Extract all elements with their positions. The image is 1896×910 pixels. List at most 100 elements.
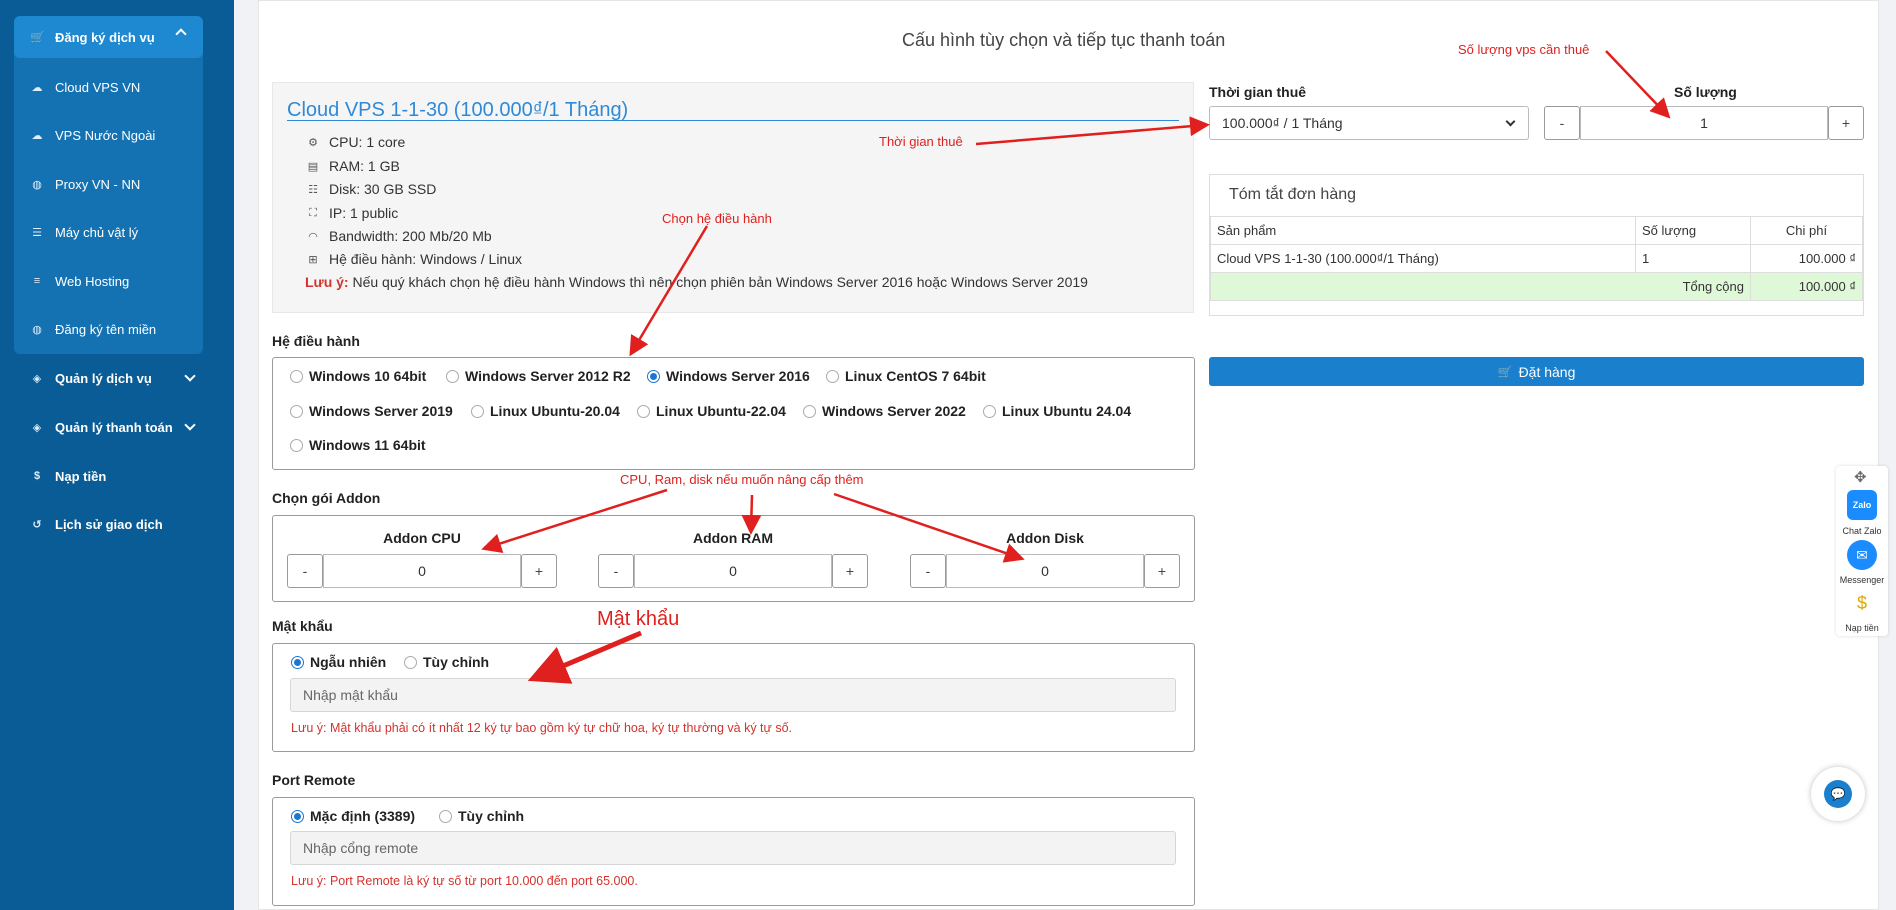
addon-cpu-plus-button[interactable]: +: [521, 554, 557, 588]
radio-selected-icon: [291, 655, 304, 669]
os-option-windows-server-2016[interactable]: Windows Server 2016: [647, 367, 810, 385]
radio-icon: [446, 369, 459, 383]
table-header: Chi phí: [1750, 216, 1863, 245]
topup-icon[interactable]: $: [1847, 588, 1877, 618]
os-option-windows-server-2019[interactable]: Windows Server 2019: [290, 402, 453, 420]
sidebar-item-proxy[interactable]: ◍ Proxy VN - NN: [30, 174, 140, 194]
zalo-label[interactable]: Chat Zalo: [1836, 526, 1888, 536]
messenger-label[interactable]: Messenger: [1836, 575, 1888, 585]
radio-icon: [290, 404, 303, 418]
os-option-ubuntu-20[interactable]: Linux Ubuntu-20.04: [471, 402, 620, 420]
note-label: Lưu ý:: [305, 274, 349, 290]
port-option-default[interactable]: Mặc định (3389): [291, 807, 415, 825]
addon-cpu-input[interactable]: 0: [323, 554, 521, 588]
addon-ram-plus-button[interactable]: +: [832, 554, 868, 588]
total-value: 100.000 ₫: [1750, 272, 1863, 301]
cpu-icon: ⚙: [308, 136, 318, 149]
spec-ram: ▤ RAM: 1 GB: [305, 157, 400, 175]
layers-icon: ◈: [32, 421, 42, 434]
os-section-label: Hệ điều hành: [272, 333, 360, 349]
password-option-random[interactable]: Ngẫu nhiên: [291, 653, 386, 671]
radio-label: Windows 11 64bit: [309, 437, 426, 453]
annotation-rental: Thời gian thuê: [879, 134, 963, 149]
addon-cpu-minus-button[interactable]: -: [287, 554, 323, 588]
sidebar-item-manage-payments[interactable]: ◈ Quản lý thanh toán: [30, 417, 196, 437]
table-cell: Cloud VPS 1-1-30 (100.000₫/1 Tháng): [1210, 244, 1636, 273]
sidebar-item-label: Cloud VPS VN: [55, 79, 141, 95]
os-option-windows-server-2012[interactable]: Windows Server 2012 R2: [446, 367, 631, 385]
radio-icon: [290, 369, 303, 383]
rental-label: Thời gian thuê: [1209, 84, 1307, 100]
radio-label: Windows 10 64bit: [309, 368, 427, 384]
sidebar-item-vps-foreign[interactable]: ☁ VPS Nước Ngoài: [30, 125, 156, 145]
messenger-icon[interactable]: ✉: [1847, 540, 1877, 570]
table-cell: 1: [1635, 244, 1751, 273]
move-icon[interactable]: ✥: [1854, 468, 1867, 486]
history-icon: ↺: [32, 518, 42, 531]
globe-icon: ◍: [32, 178, 42, 191]
sidebar-item-history[interactable]: ↺ Lịch sử giao dịch: [30, 514, 162, 534]
spec-disk: ☷ Disk: 30 GB SSD: [305, 180, 436, 198]
radio-label: Tùy chỉnh: [458, 808, 525, 824]
addon-ram-input[interactable]: 0: [634, 554, 832, 588]
quantity-label: Số lượng: [1674, 84, 1737, 100]
spec-bandwidth: ◠ Bandwidth: 200 Mb/20 Mb: [305, 227, 491, 245]
memory-icon: ▤: [307, 160, 319, 173]
quantity-input[interactable]: 1: [1580, 106, 1828, 140]
sidebar-item-cloud-vps-vn[interactable]: ☁ Cloud VPS VN: [30, 77, 141, 97]
sidebar-item-domain[interactable]: ◍ Đăng ký tên miền: [30, 319, 156, 339]
sidebar-item-topup[interactable]: $ Nạp tiền: [30, 466, 106, 486]
sidebar-item-register-services[interactable]: 🛒 Đăng ký dịch vụ: [14, 16, 203, 58]
total-label: Tổng cộng: [1210, 272, 1751, 301]
sidebar: 🛒 Đăng ký dịch vụ ☁ Cloud VPS VN ☁ VPS N…: [0, 0, 234, 910]
port-input[interactable]: Nhập cổng remote: [290, 831, 1176, 865]
os-option-windows-11[interactable]: Windows 11 64bit: [290, 436, 426, 454]
addon-disk-plus-button[interactable]: +: [1144, 554, 1180, 588]
addon-disk-input[interactable]: 0: [946, 554, 1144, 588]
radio-label: Windows Server 2012 R2: [465, 368, 631, 384]
network-icon: ⛶: [309, 206, 317, 219]
disk-icon: ☷: [308, 183, 318, 196]
windows-icon: ⊞: [308, 253, 318, 266]
table-cell: 100.000 ₫: [1750, 244, 1863, 273]
radio-icon: [439, 809, 452, 823]
zalo-icon[interactable]: Zalo: [1847, 490, 1877, 520]
order-summary-title: Tóm tắt đơn hàng: [1229, 186, 1357, 203]
order-summary-table: Sản phẩm Số lượng Chi phí Cloud VPS 1-1-…: [1210, 216, 1863, 301]
note-text: Nếu quý khách chọn hệ điều hành Windows …: [348, 274, 1088, 290]
password-option-custom[interactable]: Tùy chỉnh: [404, 653, 489, 671]
rental-select[interactable]: 100.000₫ / 1 Tháng: [1209, 106, 1529, 140]
sidebar-item-web-hosting[interactable]: ≡ Web Hosting: [30, 271, 129, 291]
quantity-plus-button[interactable]: +: [1828, 106, 1864, 140]
addon-disk-minus-button[interactable]: -: [910, 554, 946, 588]
os-option-ubuntu-22[interactable]: Linux Ubuntu-22.04: [637, 402, 786, 420]
radio-label: Windows Server 2016: [666, 368, 810, 384]
layers-icon: ◈: [32, 372, 42, 385]
topup-label[interactable]: Nạp tiền: [1836, 623, 1888, 633]
order-button[interactable]: 🛒 Đặt hàng: [1209, 357, 1864, 386]
radio-icon: [471, 404, 484, 418]
radio-icon: [803, 404, 816, 418]
os-option-windows-server-2022[interactable]: Windows Server 2022: [803, 402, 966, 420]
sidebar-item-label: Đăng ký tên miền: [55, 321, 157, 337]
sidebar-item-manage-services[interactable]: ◈ Quản lý dịch vụ: [30, 368, 196, 388]
annotation-quantity: Số lượng vps cần thuê: [1458, 42, 1590, 57]
radio-icon: [290, 438, 303, 452]
spec-text: RAM: 1 GB: [329, 158, 400, 174]
password-section-label: Mật khẩu: [272, 618, 333, 634]
os-option-windows-10[interactable]: Windows 10 64bit: [290, 367, 426, 385]
support-chat-button[interactable]: 💬: [1811, 767, 1865, 821]
radio-label: Linux Ubuntu 24.04: [1002, 403, 1132, 419]
port-option-custom[interactable]: Tùy chỉnh: [439, 807, 524, 825]
quantity-minus-button[interactable]: -: [1544, 106, 1580, 140]
port-warning: Lưu ý: Port Remote là ký tự số từ port 1…: [291, 874, 638, 888]
addon-ram-minus-button[interactable]: -: [598, 554, 634, 588]
content-gutter-left: [234, 0, 258, 910]
password-input[interactable]: Nhập mật khẩu: [290, 678, 1176, 712]
os-option-ubuntu-24[interactable]: Linux Ubuntu 24.04: [983, 402, 1131, 420]
sidebar-item-dedicated-server[interactable]: ☰ Máy chủ vật lý: [30, 222, 138, 242]
addon-disk-label: Addon Disk: [1006, 530, 1084, 546]
server-icon: ☰: [32, 226, 42, 239]
database-icon: ≡: [33, 275, 41, 287]
os-option-centos-7[interactable]: Linux CentOS 7 64bit: [826, 367, 986, 385]
